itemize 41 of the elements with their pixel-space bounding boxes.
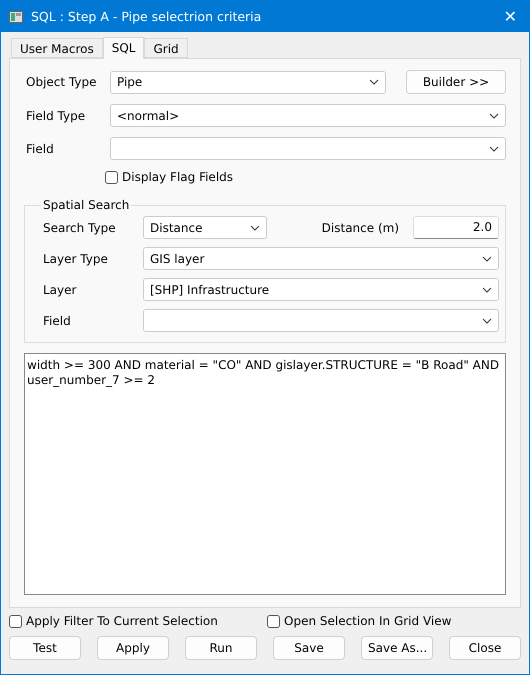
field-label: Search Type	[42, 220, 117, 234]
checkbox[interactable]: Apply Filter To Current Selection	[9, 614, 267, 628]
field-label: Field	[25, 142, 55, 156]
dropdown[interactable]: GIS layer	[143, 247, 499, 270]
dropdown[interactable]	[143, 309, 499, 332]
dialog-button[interactable]: Test	[9, 636, 81, 660]
chevron-down-icon	[250, 224, 260, 230]
dropdown[interactable]: <normal>	[110, 104, 506, 127]
chevron-down-icon	[482, 318, 492, 324]
close-button[interactable]: ✕	[500, 7, 521, 26]
chevron-down-icon	[489, 146, 499, 152]
field-label: Distance (m)	[322, 220, 399, 234]
chevron-down-icon	[489, 112, 499, 118]
query-text-area[interactable]: width >= 300 AND material = "CO" AND gislayer.STRUCTURE = "B Road" AND user_number_7 >= 2	[24, 353, 506, 595]
group-title: Spatial Search	[42, 198, 130, 212]
checkbox[interactable]: Open Selection In Grid View	[267, 614, 452, 628]
field-label: Layer Type	[42, 252, 109, 266]
chevron-down-icon	[482, 256, 492, 262]
tab[interactable]: SQL	[102, 37, 144, 59]
app-icon	[9, 10, 23, 22]
dropdown[interactable]: Pipe	[110, 70, 386, 94]
dropdown[interactable]	[110, 137, 506, 160]
dialog-button[interactable]: Save	[273, 636, 345, 660]
field-label: Field Type	[25, 108, 86, 122]
builder-button[interactable]: Builder >>	[406, 70, 506, 94]
dialog-button[interactable]: Run	[185, 636, 257, 660]
checkbox[interactable]: Display Flag Fields	[105, 170, 234, 184]
dropdown[interactable]: Distance	[143, 216, 267, 239]
field-label: Layer	[42, 282, 78, 296]
field-label: Object Type	[25, 75, 98, 89]
tab[interactable]: Grid	[144, 38, 188, 58]
dialog-button[interactable]: Save As...	[361, 636, 433, 660]
dialog-button[interactable]: Apply	[97, 636, 169, 660]
distance-field[interactable]: 2.0	[413, 216, 499, 239]
dropdown[interactable]: [SHP] Infrastructure	[143, 278, 499, 301]
field-label: Field	[42, 314, 72, 328]
chevron-down-icon	[369, 79, 379, 85]
chevron-down-icon	[482, 286, 492, 292]
window-title: SQL : Step A - Pipe selectrion criteria	[31, 9, 262, 24]
dialog-button[interactable]: Close	[449, 636, 521, 660]
tab[interactable]: User Macros	[11, 38, 103, 58]
